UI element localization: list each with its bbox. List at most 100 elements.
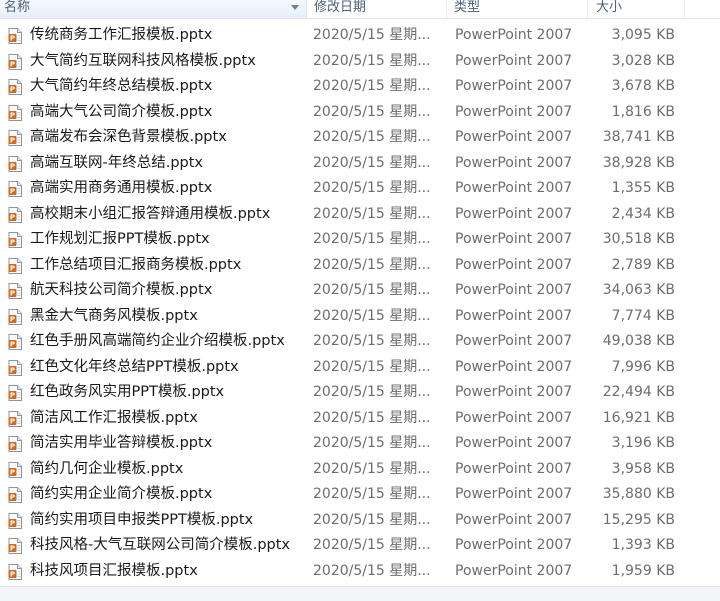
file-name: 工作总结项目汇报商务模板.pptx — [30, 256, 242, 273]
table-row[interactable]: P 高端发布会深色背景模板.pptx 2020/5/15 星期... PowerPoi… — [0, 125, 720, 151]
file-modified-date: 2020/5/15 星期... — [313, 27, 431, 43]
table-row[interactable]: P 红色文化年终总结PPT模板.pptx 2020/5/15 星期... PowerP… — [0, 355, 720, 381]
file-modified-date: 2020/5/15 星期... — [313, 256, 431, 273]
file-size: 3,028 KB — [611, 52, 675, 69]
table-row[interactable]: P 大气简约年终总结模板.pptx 2020/5/15 星期... PowerPoin… — [0, 74, 720, 100]
file-size: 3,196 KB — [611, 435, 675, 451]
file-modified-date: 2020/5/15 星期... — [313, 537, 431, 553]
file-size: 34,063 KB — [602, 282, 675, 298]
powerpoint-file-icon: P — [8, 130, 22, 146]
column-header-size-label: 大小 — [596, 0, 623, 15]
table-row[interactable]: P 高端实用商务通用模板.pptx 2020/5/15 星期... PowerPoin… — [0, 176, 720, 202]
file-modified-date: 2020/5/15 星期... — [313, 103, 431, 120]
file-name: 红色文化年终总结PPT模板.pptx — [30, 358, 239, 375]
column-header-type[interactable]: 类型 — [448, 0, 588, 18]
powerpoint-file-icon: P — [8, 334, 22, 350]
file-modified-date: 2020/5/15 星期... — [313, 333, 431, 349]
file-name: 红色手册风高端简约企业介绍模板.pptx — [30, 333, 285, 349]
file-modified-date: 2020/5/15 星期... — [313, 129, 431, 145]
file-name: 高端大气公司简介模板.pptx — [30, 103, 213, 120]
file-type: PowerPoint 2007 — [455, 282, 573, 298]
table-row[interactable]: P 红色政务风实用PPT模板.pptx 2020/5/15 星期... PowerPo… — [0, 380, 720, 406]
file-size: 1,816 KB — [611, 103, 675, 120]
file-modified-date: 2020/5/15 星期... — [313, 282, 431, 298]
svg-text:P: P — [10, 570, 15, 578]
horizontal-scrollbar[interactable] — [0, 586, 720, 601]
column-header-size[interactable]: 大小 — [589, 0, 685, 18]
file-size: 1,959 KB — [611, 562, 675, 579]
table-row[interactable]: P 红色手册风高端简约企业介绍模板.pptx 2020/5/15 星期... Powe… — [0, 329, 720, 355]
table-row[interactable]: P 简约几何企业模板.pptx 2020/5/15 星期... PowerPoint … — [0, 457, 720, 483]
file-modified-date: 2020/5/15 星期... — [313, 358, 431, 375]
file-type: PowerPoint 2007 — [455, 460, 573, 477]
file-modified-date: 2020/5/15 星期... — [313, 154, 431, 171]
file-type: PowerPoint 2007 — [455, 78, 573, 94]
table-row[interactable]: P 大气简约互联网科技风格模板.pptx 2020/5/15 星期... PowerP… — [0, 49, 720, 75]
table-row[interactable]: P 简洁实用毕业答辩模板.pptx 2020/5/15 星期... PowerPoin… — [0, 431, 720, 457]
table-row[interactable]: P 高端互联网-年终总结.pptx 2020/5/15 星期... PowerPoin… — [0, 151, 720, 177]
table-row[interactable]: P 航天科技公司简介模板.pptx 2020/5/15 星期... PowerPoin… — [0, 278, 720, 304]
powerpoint-file-icon: P — [8, 563, 22, 580]
svg-text:P: P — [10, 188, 15, 196]
table-row[interactable]: P 简约实用项目申报类PPT模板.pptx 2020/5/15 星期... Power… — [0, 508, 720, 534]
file-name: 红色政务风实用PPT模板.pptx — [30, 384, 225, 400]
column-header-bar: 名称 修改日期 类型 大小 — [0, 0, 720, 19]
table-row[interactable]: P 工作总结项目汇报商务模板.pptx 2020/5/15 星期... PowerPo… — [0, 253, 720, 279]
file-modified-date: 2020/5/15 星期... — [313, 511, 431, 528]
column-header-name-label: 名称 — [4, 0, 31, 15]
table-row[interactable]: P 黑金大气商务风模板.pptx 2020/5/15 星期... PowerPoint… — [0, 304, 720, 330]
file-size: 3,095 KB — [611, 27, 675, 43]
file-name: 高校期末小组汇报答辩通用模板.pptx — [30, 205, 271, 222]
file-modified-date: 2020/5/15 星期... — [313, 460, 431, 477]
file-type: PowerPoint 2007 — [455, 486, 573, 502]
svg-text:P: P — [10, 315, 15, 323]
table-row[interactable]: P 科技风项目汇报模板.pptx 2020/5/15 星期... PowerPoint… — [0, 559, 720, 585]
powerpoint-file-icon: P — [8, 155, 22, 172]
table-row[interactable]: P 简约实用企业简介模板.pptx 2020/5/15 星期... PowerPoin… — [0, 482, 720, 508]
powerpoint-file-icon: P — [8, 308, 22, 325]
file-name: 简约实用企业简介模板.pptx — [30, 486, 213, 502]
file-type: PowerPoint 2007 — [455, 27, 573, 43]
file-modified-date: 2020/5/15 星期... — [313, 205, 431, 222]
file-type: PowerPoint 2007 — [455, 256, 573, 273]
column-header-date[interactable]: 修改日期 — [308, 0, 447, 18]
svg-text:P: P — [10, 213, 15, 221]
table-row[interactable]: P 科技风格-大气互联网公司简介模板.pptx 2020/5/15 星期... Pow… — [0, 533, 720, 559]
powerpoint-file-icon: P — [8, 28, 22, 44]
powerpoint-file-icon: P — [8, 385, 22, 401]
powerpoint-file-icon: P — [8, 257, 22, 274]
table-row[interactable]: P 高端大气公司简介模板.pptx 2020/5/15 星期... PowerPoin… — [0, 100, 720, 126]
file-size: 16,921 KB — [602, 409, 675, 426]
table-row[interactable]: P 简洁风工作汇报模板.pptx 2020/5/15 星期... PowerPoint… — [0, 406, 720, 432]
file-size: 7,774 KB — [611, 307, 675, 324]
file-type: PowerPoint 2007 — [455, 231, 573, 247]
powerpoint-file-icon: P — [8, 79, 22, 95]
table-row[interactable]: P 工作规划汇报PPT模板.pptx 2020/5/15 星期... PowerPoi… — [0, 227, 720, 253]
svg-text:P: P — [10, 392, 15, 400]
file-type: PowerPoint 2007 — [455, 205, 573, 222]
table-row[interactable]: P 高校期末小组汇报答辩通用模板.pptx 2020/5/15 星期... Power… — [0, 202, 720, 228]
file-modified-date: 2020/5/15 星期... — [313, 180, 431, 196]
svg-text:P: P — [10, 290, 15, 298]
file-name: 工作规划汇报PPT模板.pptx — [30, 231, 210, 247]
file-size: 7,996 KB — [611, 358, 675, 375]
svg-text:P: P — [10, 468, 15, 476]
powerpoint-file-icon: P — [8, 359, 22, 376]
file-size: 38,741 KB — [602, 129, 675, 145]
table-row[interactable]: P 传统商务工作汇报模板.pptx 2020/5/15 星期... PowerPoin… — [0, 23, 720, 49]
powerpoint-file-icon: P — [8, 487, 22, 503]
svg-text:P: P — [10, 494, 15, 502]
file-type: PowerPoint 2007 — [455, 129, 573, 145]
svg-text:P: P — [10, 60, 15, 68]
file-type: PowerPoint 2007 — [455, 511, 573, 528]
file-type: PowerPoint 2007 — [455, 180, 573, 196]
file-modified-date: 2020/5/15 星期... — [313, 384, 431, 400]
file-modified-date: 2020/5/15 星期... — [313, 486, 431, 502]
column-header-name[interactable]: 名称 — [0, 0, 307, 18]
file-type: PowerPoint 2007 — [455, 537, 573, 553]
file-type: PowerPoint 2007 — [455, 409, 573, 426]
file-name: 简约实用项目申报类PPT模板.pptx — [30, 511, 254, 528]
powerpoint-file-icon: P — [8, 206, 22, 223]
powerpoint-file-icon: P — [8, 512, 22, 529]
powerpoint-file-icon: P — [8, 410, 22, 427]
